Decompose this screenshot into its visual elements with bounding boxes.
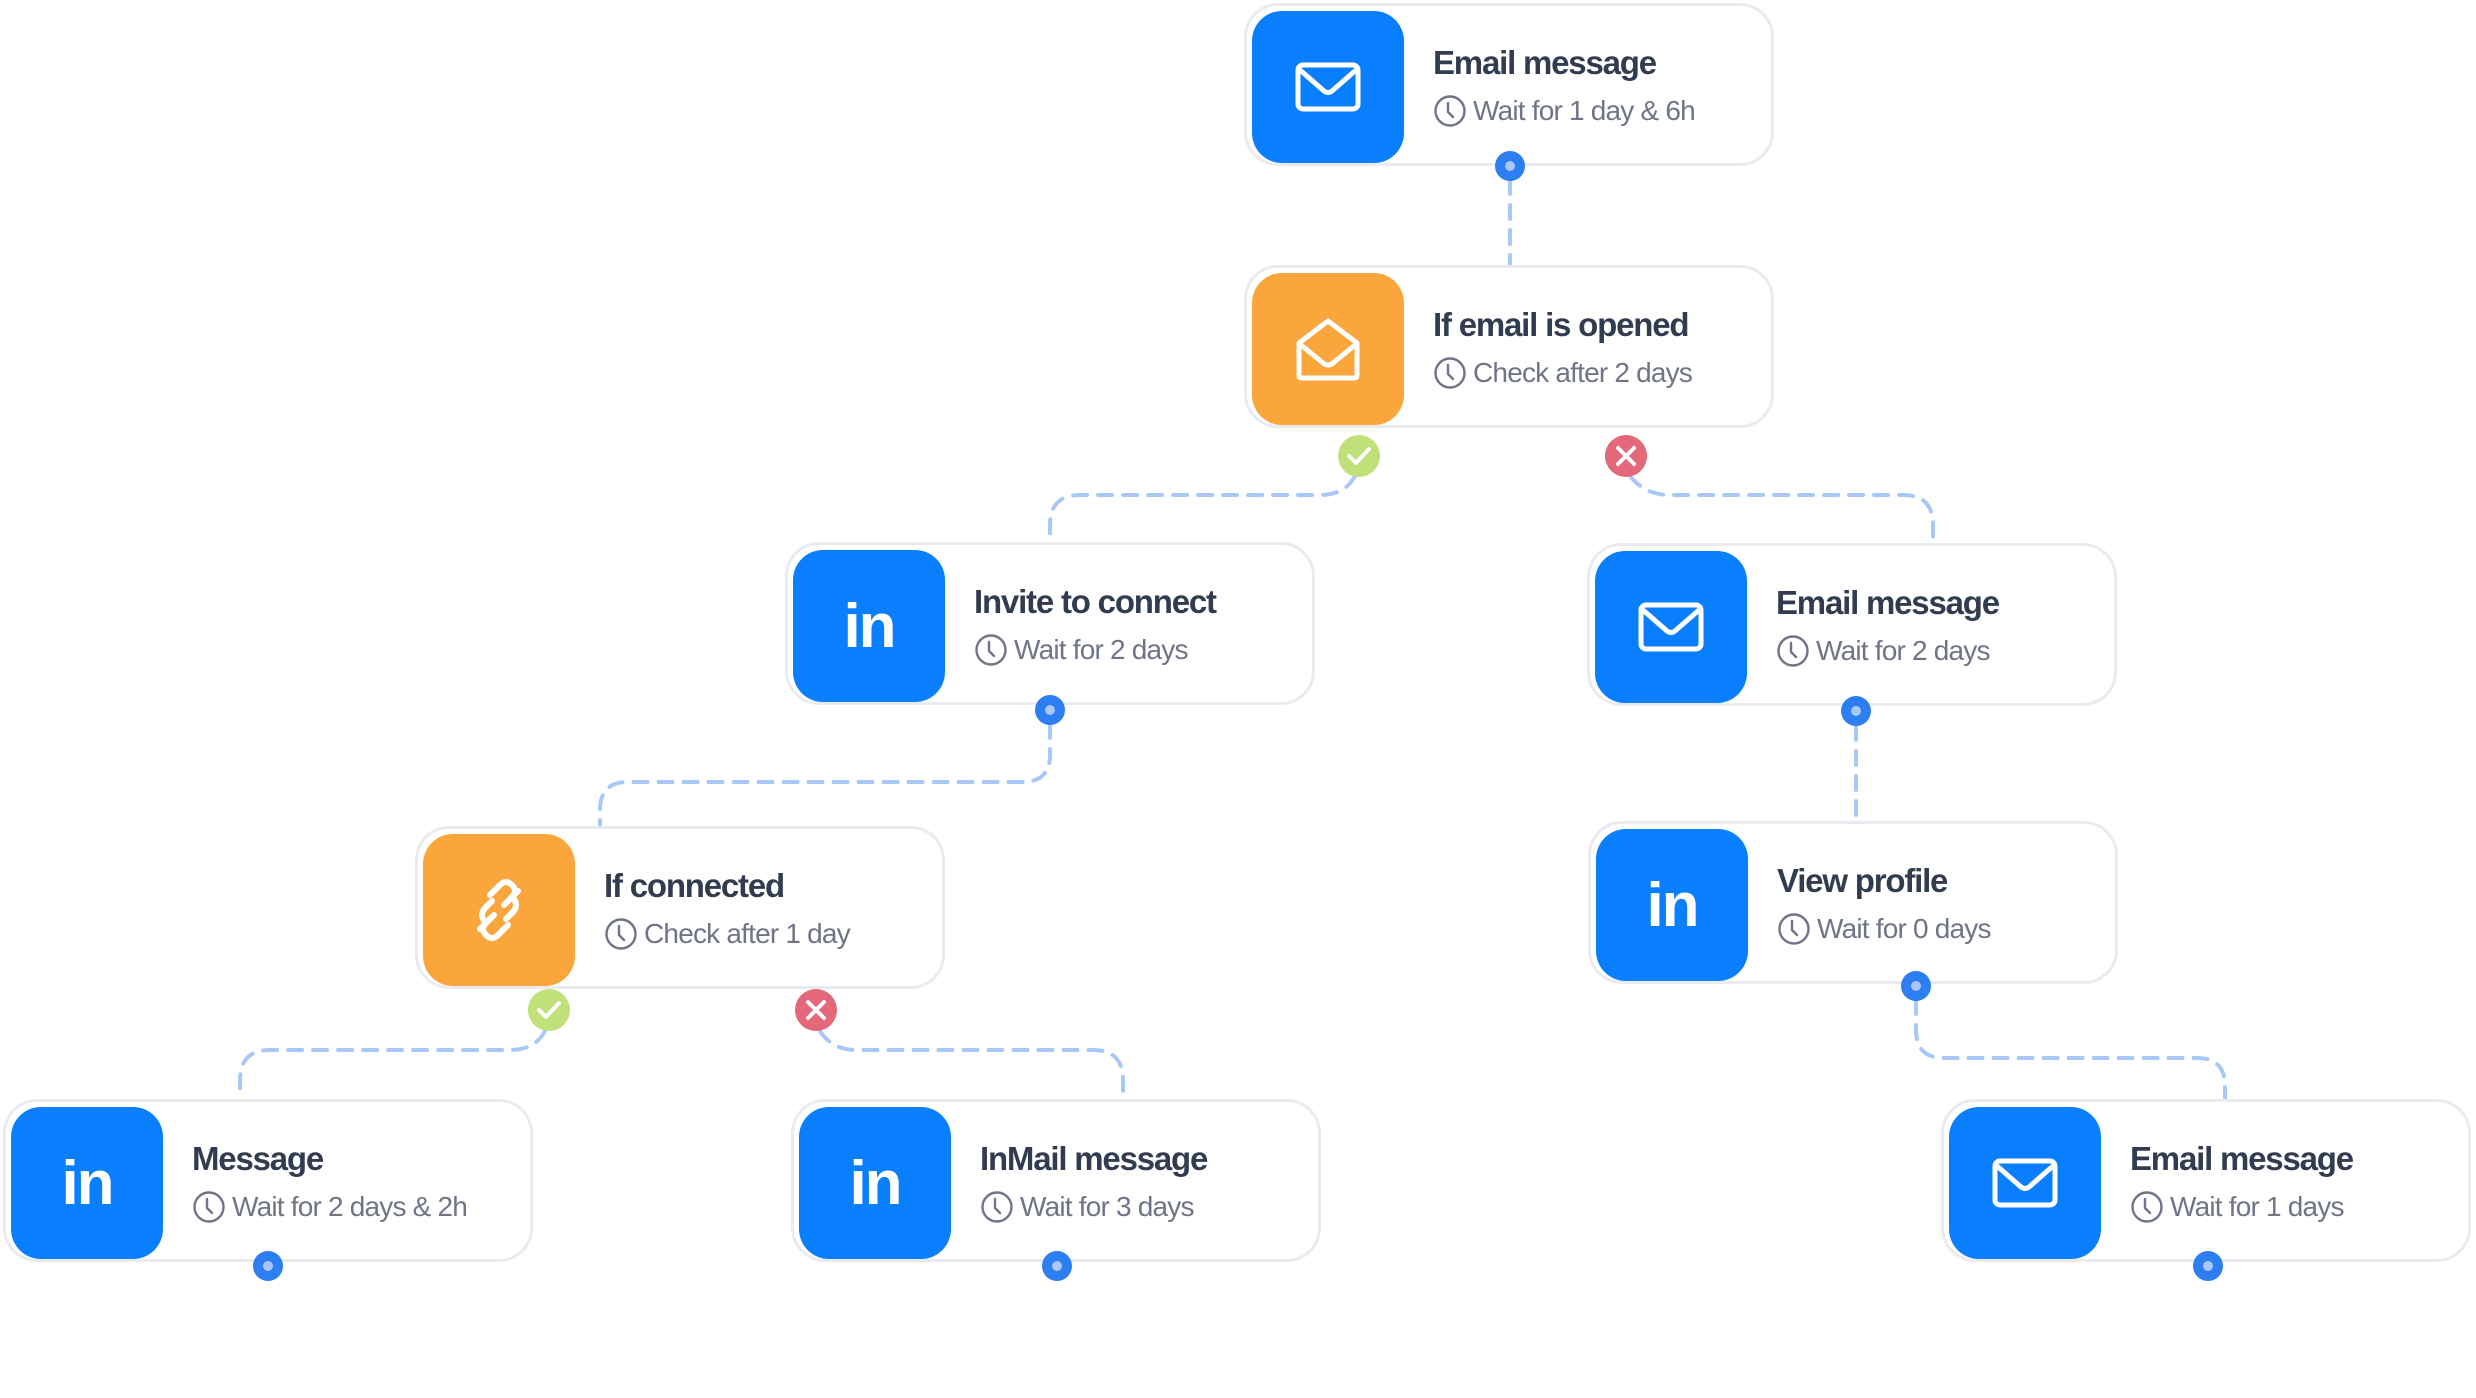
node-delay: Wait for 1 day & 6h [1433,94,1696,128]
envelope-icon [1295,62,1361,112]
node-delay-text: Wait for 1 day & 6h [1473,95,1696,126]
node-delay-text: Check after 1 day [644,918,851,949]
clock-icon [193,1191,225,1223]
x-icon [1616,446,1636,466]
node-message[interactable]: in Message Wait for 2 days & 2h [3,1099,533,1262]
node-delay: Wait for 0 days [1777,912,1992,946]
node-delay-text: Wait for 2 days & 2h [232,1191,468,1222]
output-port[interactable] [1035,695,1065,725]
edge-if-opened-no-to-email-2 [1628,474,1935,545]
node-email-message-1[interactable]: Email message Wait for 1 day & 6h [1244,3,1774,166]
check-icon [1347,447,1371,465]
clock-icon [1777,635,1809,667]
node-invite-to-connect[interactable]: in Invite to connect Wait for 2 days [785,542,1315,705]
node-title: Message [192,1140,324,1177]
yes-branch-badge[interactable] [1338,435,1380,477]
output-port[interactable] [1042,1251,1072,1281]
node-delay: Wait for 2 days [974,633,1189,667]
edge-view-profile-to-email-3 [1914,998,2227,1101]
node-title: Email message [1776,584,2000,621]
no-branch-badge[interactable] [1605,435,1647,477]
node-delay-text: Check after 2 days [1473,357,1693,388]
node-title: Email message [2130,1140,2354,1177]
node-delay: Check after 2 days [1433,356,1693,390]
output-port[interactable] [1901,971,1931,1001]
envelope-icon [1638,602,1704,652]
node-inmail-message[interactable]: in InMail message Wait for 3 days [791,1099,1321,1262]
output-port[interactable] [253,1251,283,1281]
node-title: If email is opened [1433,306,1690,343]
link-icon [477,879,521,941]
edge-if-opened-yes-to-invite [1048,474,1357,544]
edge-if-connected-no-to-inmail [818,1029,1125,1101]
clock-icon [1434,95,1466,127]
action-tile [1595,551,1747,703]
node-delay-text: Wait for 0 days [1817,913,1992,944]
node-delay: Wait for 2 days [1776,634,1991,668]
node-email-message-2[interactable]: Email message Wait for 2 days [1587,543,2117,706]
node-delay: Wait for 3 days [980,1190,1195,1224]
node-delay: Wait for 1 days [2130,1190,2345,1224]
no-branch-badge[interactable] [795,989,837,1031]
clock-icon [2131,1191,2163,1223]
action-tile: in [799,1107,951,1259]
action-tile: in [1596,829,1748,981]
check-icon [537,1001,561,1019]
envelope-open-icon [1296,318,1360,381]
clock-icon [1778,913,1810,945]
action-tile: in [11,1107,163,1259]
node-title: InMail message [980,1140,1208,1177]
node-delay-text: Wait for 2 days [1816,635,1991,666]
output-port[interactable] [1841,696,1871,726]
node-if-email-opened[interactable]: If email is opened Check after 2 days [1244,265,1774,428]
action-tile [1949,1107,2101,1259]
edge-invite-to-if-connected [598,722,1052,828]
node-title: Email message [1433,44,1657,81]
node-delay-text: Wait for 2 days [1014,634,1189,665]
node-delay: Check after 1 day [604,917,851,951]
action-tile [1252,11,1404,163]
output-port[interactable] [1495,151,1525,181]
action-tile: in [793,550,945,702]
node-delay: Wait for 2 days & 2h [192,1190,468,1224]
linkedin-icon: in [843,591,896,661]
x-icon [806,1000,826,1020]
node-title: View profile [1777,862,1948,899]
node-if-connected[interactable]: If connected Check after 1 day [415,826,945,989]
edge-if-connected-yes-to-message [238,1029,547,1101]
node-title: If connected [604,867,785,904]
condition-tile [1252,273,1404,425]
linkedin-icon: in [1646,870,1699,940]
clock-icon [975,634,1007,666]
envelope-icon [1992,1158,2058,1208]
output-port[interactable] [2193,1251,2223,1281]
node-email-message-3[interactable]: Email message Wait for 1 days [1941,1099,2471,1262]
clock-icon [1434,357,1466,389]
clock-icon [981,1191,1013,1223]
linkedin-icon: in [849,1148,902,1218]
node-view-profile[interactable]: in View profile Wait for 0 days [1588,821,2118,984]
clock-icon [605,918,637,950]
node-title: Invite to connect [974,583,1217,620]
node-delay-text: Wait for 3 days [1020,1191,1195,1222]
yes-branch-badge[interactable] [528,989,570,1031]
node-delay-text: Wait for 1 days [2170,1191,2345,1222]
condition-tile [423,834,575,986]
linkedin-icon: in [61,1148,114,1218]
